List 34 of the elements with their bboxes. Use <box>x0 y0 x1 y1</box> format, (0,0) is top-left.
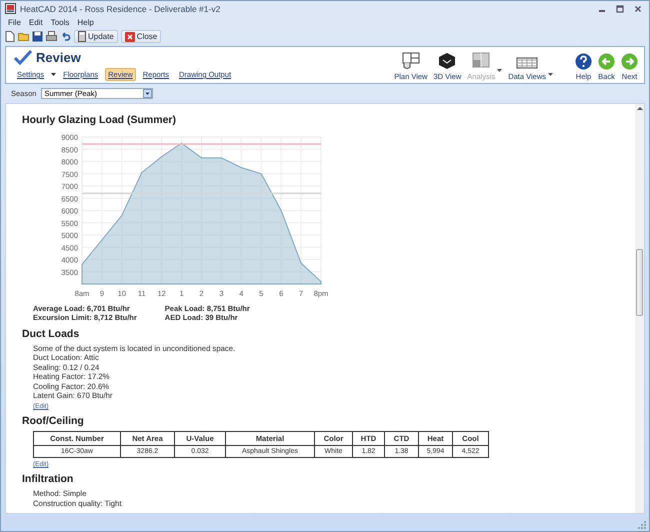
section-heading: Hourly Glazing Load (Summer) <box>22 114 178 126</box>
caret-icon[interactable] <box>51 73 56 76</box>
checkmark-icon <box>14 50 32 65</box>
new-file-icon <box>5 31 15 42</box>
caret-icon[interactable] <box>548 73 553 76</box>
section-heading: Infiltration <box>22 473 74 486</box>
caret-icon <box>144 90 152 97</box>
update-button[interactable]: Update <box>74 30 118 43</box>
save-icon <box>32 31 43 42</box>
menu-item[interactable]: Tools <box>50 18 70 27</box>
scrollbar-thumb[interactable] <box>636 249 643 316</box>
window-title: HeatCAD 2014 - Ross Residence - Deliverable #1-v2 <box>20 4 222 14</box>
app-icon <box>5 3 16 14</box>
folder-icon <box>18 31 29 42</box>
cube-icon <box>438 52 456 70</box>
menu-item[interactable]: Edit <box>28 18 43 27</box>
close-icon <box>124 32 135 42</box>
menu-item[interactable]: File <box>8 18 21 27</box>
help-icon <box>575 53 592 70</box>
section-heading: Roof/Ceiling <box>22 415 85 428</box>
scroll-up-icon <box>636 106 642 111</box>
menu-item[interactable]: Help <box>77 18 94 27</box>
undo-icon <box>60 31 71 42</box>
section-heading: Duct Loads <box>22 328 80 340</box>
floorplan-icon <box>402 52 420 70</box>
printer-icon <box>46 31 57 42</box>
scrollbar[interactable] <box>635 104 644 513</box>
minimize-icon <box>599 10 605 12</box>
calculator-icon <box>78 31 86 42</box>
grid-icon <box>516 56 538 70</box>
floorplan-icon <box>472 52 490 70</box>
close-button[interactable]: Close <box>120 30 162 43</box>
page-title: Review <box>36 50 81 65</box>
resize-grip-icon <box>637 520 646 529</box>
